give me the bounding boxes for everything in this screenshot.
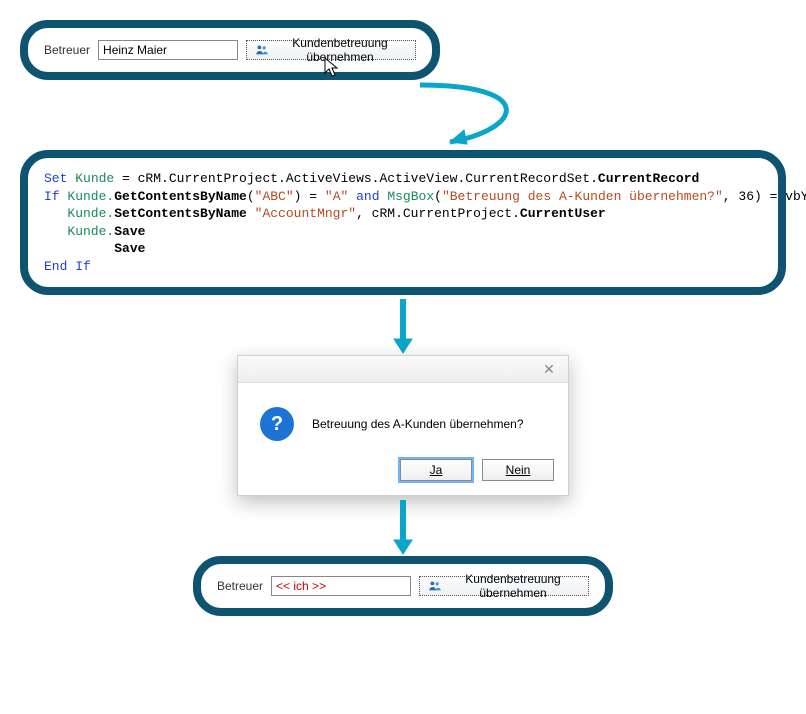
- supervisor-label-bottom: Betreuer: [217, 579, 263, 593]
- dialog-no-button[interactable]: Nein: [482, 459, 554, 481]
- take-over-button-top[interactable]: Kundenbetreuung übernehmen: [246, 40, 416, 60]
- supervisor-input-bottom[interactable]: [271, 576, 411, 596]
- dialog-message: Betreuung des A-Kunden übernehmen?: [312, 417, 524, 431]
- code-block: Set Kunde = cRM.CurrentProject.ActiveVie…: [44, 170, 762, 275]
- take-over-button-bottom-label: Kundenbetreuung übernehmen: [446, 572, 580, 600]
- question-icon: ?: [260, 407, 294, 441]
- people-icon: [255, 43, 269, 57]
- take-over-button-bottom[interactable]: Kundenbetreuung übernehmen: [419, 576, 589, 596]
- arrow-top-to-code: [20, 80, 786, 150]
- arrow-dialog-to-bottom: [388, 496, 418, 556]
- close-icon[interactable]: ✕: [530, 356, 568, 382]
- supervisor-input[interactable]: [98, 40, 238, 60]
- code-panel: Set Kunde = cRM.CurrentProject.ActiveVie…: [20, 150, 786, 295]
- confirm-dialog: ✕ ? Betreuung des A-Kunden übernehmen? J…: [237, 355, 569, 496]
- dialog-titlebar: ✕: [238, 356, 568, 383]
- arrow-code-to-dialog: [388, 295, 418, 355]
- take-over-button-top-label: Kundenbetreuung übernehmen: [273, 36, 407, 64]
- bottom-form-panel: Betreuer Kundenbetreuung übernehmen: [193, 556, 613, 616]
- people-icon: [428, 579, 442, 593]
- dialog-yes-button[interactable]: Ja: [400, 459, 472, 481]
- top-form-panel: Betreuer Kundenbetreuung übernehmen: [20, 20, 440, 80]
- supervisor-label: Betreuer: [44, 43, 90, 57]
